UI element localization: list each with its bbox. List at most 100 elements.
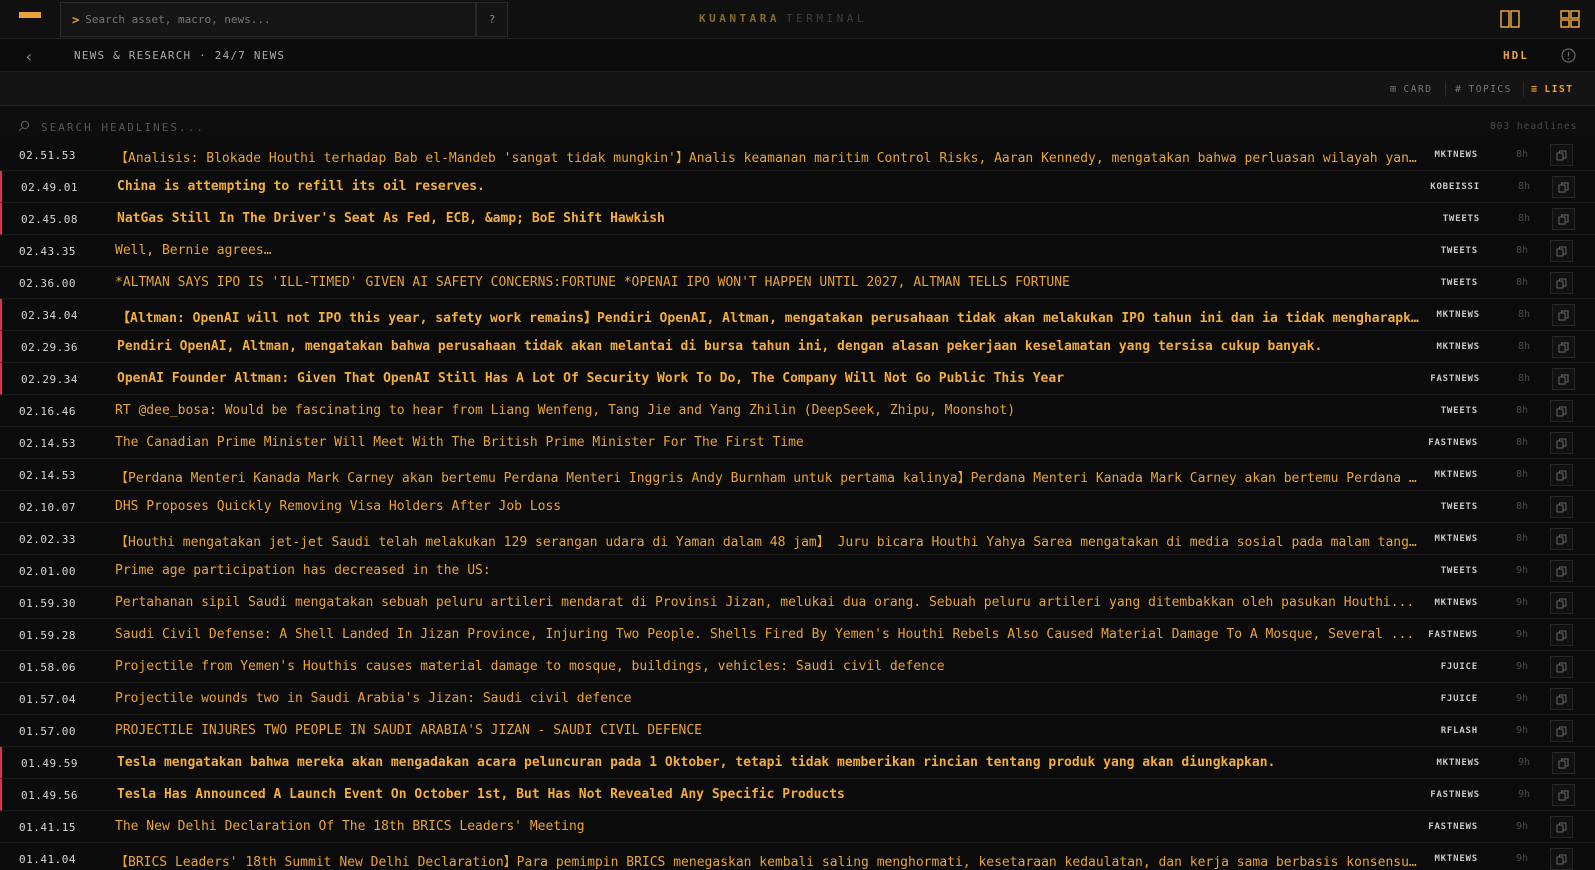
headline-time: 02.29.36 — [21, 341, 78, 354]
headline-text[interactable]: Tesla Has Announced A Launch Event On Oc… — [117, 787, 1419, 802]
headline-text[interactable]: Prime age participation has decreased in… — [115, 563, 1417, 578]
copy-button[interactable] — [1552, 208, 1575, 230]
headline-row[interactable]: 02.10.07 DHS Proposes Quickly Removing V… — [0, 491, 1595, 523]
copy-button[interactable] — [1552, 784, 1575, 806]
headline-time: 02.10.07 — [19, 501, 76, 514]
headline-age: 9h — [1516, 597, 1529, 608]
headline-source: TWEETS — [1440, 406, 1478, 416]
info-icon[interactable] — [1561, 48, 1576, 63]
copy-button[interactable] — [1550, 816, 1573, 838]
headline-row[interactable]: 02.34.04 【Altman: OpenAI will not IPO th… — [0, 299, 1595, 331]
headline-list[interactable]: 02.51.53 【Analisis: Blokade Houthi terha… — [0, 139, 1595, 870]
headline-row[interactable]: 01.49.56 Tesla Has Announced A Launch Ev… — [0, 779, 1595, 811]
headline-row[interactable]: 01.57.00 PROJECTILE INJURES TWO PEOPLE I… — [0, 715, 1595, 747]
headline-text[interactable]: 【BRICS Leaders' 18th Summit New Delhi De… — [115, 851, 1417, 870]
headline-row[interactable]: 02.36.00 *ALTMAN SAYS IPO IS 'ILL-TIMED'… — [0, 267, 1595, 299]
hamburger-icon — [19, 11, 41, 28]
headline-row[interactable]: 01.41.15 The New Delhi Declaration Of Th… — [0, 811, 1595, 843]
headline-row[interactable]: 01.59.28 Saudi Civil Defense: A Shell La… — [0, 619, 1595, 651]
headline-row[interactable]: 01.57.04 Projectile wounds two in Saudi … — [0, 683, 1595, 715]
divider — [1523, 81, 1524, 97]
headline-row[interactable]: 02.29.34 OpenAI Founder Altman: Given Th… — [0, 363, 1595, 395]
headline-row[interactable]: 02.43.35 Well, Bernie agrees… TWEETS 8h — [0, 235, 1595, 267]
copy-button[interactable] — [1552, 752, 1575, 774]
copy-button[interactable] — [1552, 176, 1575, 198]
headline-text[interactable]: 【Perdana Menteri Kanada Mark Carney akan… — [115, 467, 1417, 486]
copy-button[interactable] — [1550, 720, 1573, 742]
headline-text[interactable]: Tesla mengatakan bahwa mereka akan menga… — [117, 755, 1419, 770]
global-search[interactable]: > — [60, 2, 476, 37]
headline-text[interactable]: China is attempting to refill its oil re… — [117, 179, 1419, 194]
headline-row[interactable]: 01.59.30 Pertahanan sipil Saudi mengatak… — [0, 587, 1595, 619]
headline-text[interactable]: *ALTMAN SAYS IPO IS 'ILL-TIMED' GIVEN AI… — [115, 275, 1417, 290]
copy-button[interactable] — [1552, 304, 1575, 326]
headline-text[interactable]: The Canadian Prime Minister Will Meet Wi… — [115, 435, 1417, 450]
view-list-button[interactable]: ≡ LIST — [1531, 81, 1573, 97]
headline-row[interactable]: 02.29.36 Pendiri OpenAI, Altman, mengata… — [0, 331, 1595, 363]
headline-text[interactable]: The New Delhi Declaration Of The 18th BR… — [115, 819, 1417, 834]
headline-text[interactable]: Pendiri OpenAI, Altman, mengatakan bahwa… — [117, 339, 1419, 354]
copy-button[interactable] — [1550, 688, 1573, 710]
headline-text[interactable]: 【Altman: OpenAI will not IPO this year, … — [117, 307, 1419, 326]
headline-row[interactable]: 01.49.59 Tesla mengatakan bahwa mereka a… — [0, 747, 1595, 779]
copy-button[interactable] — [1550, 400, 1573, 422]
split-layout-icon[interactable] — [1500, 10, 1520, 28]
headline-row[interactable]: 02.02.33 【Houthi mengatakan jet-jet Saud… — [0, 523, 1595, 555]
headline-row[interactable]: 01.58.06 Projectile from Yemen's Houthis… — [0, 651, 1595, 683]
copy-button[interactable] — [1550, 240, 1573, 262]
headline-row[interactable]: 02.16.46 RT @dee_bosa: Would be fascinat… — [0, 395, 1595, 427]
headline-text[interactable]: Well, Bernie agrees… — [115, 243, 1417, 258]
view-card-button[interactable]: ⊞ CARD — [1390, 81, 1432, 97]
headline-row[interactable]: 02.51.53 【Analisis: Blokade Houthi terha… — [0, 139, 1595, 171]
copy-button[interactable] — [1550, 560, 1573, 582]
copy-button[interactable] — [1550, 848, 1573, 870]
headline-source: FASTNEWS — [1428, 630, 1478, 640]
headline-row[interactable]: 01.41.04 【BRICS Leaders' 18th Summit New… — [0, 843, 1595, 870]
mode-label[interactable]: HDL — [1503, 49, 1529, 62]
view-topics-button[interactable]: # TOPICS — [1455, 81, 1512, 97]
copy-button[interactable] — [1550, 432, 1573, 454]
copy-icon — [1556, 694, 1567, 704]
headline-text[interactable]: Projectile wounds two in Saudi Arabia's … — [115, 691, 1417, 706]
headline-source: FJUICE — [1440, 662, 1478, 672]
headline-row[interactable]: 02.14.53 【Perdana Menteri Kanada Mark Ca… — [0, 459, 1595, 491]
headline-text[interactable]: NatGas Still In The Driver's Seat As Fed… — [117, 211, 1419, 226]
headline-text[interactable]: OpenAI Founder Altman: Given That OpenAI… — [117, 371, 1419, 386]
copy-button[interactable] — [1550, 528, 1573, 550]
headline-text[interactable]: DHS Proposes Quickly Removing Visa Holde… — [115, 499, 1417, 514]
headline-time: 02.01.00 — [19, 565, 76, 578]
copy-button[interactable] — [1550, 624, 1573, 646]
help-button[interactable]: ? — [476, 2, 508, 37]
headline-age: 8h — [1516, 277, 1529, 288]
copy-button[interactable] — [1550, 464, 1573, 486]
copy-button[interactable] — [1550, 496, 1573, 518]
headline-text[interactable]: 【Houthi mengatakan jet-jet Saudi telah m… — [115, 531, 1417, 550]
divider — [1445, 81, 1446, 97]
headline-text[interactable]: Pertahanan sipil Saudi mengatakan sebuah… — [115, 595, 1417, 610]
menu-button[interactable] — [0, 0, 60, 39]
headline-text[interactable]: Projectile from Yemen's Houthis causes m… — [115, 659, 1417, 674]
copy-button[interactable] — [1552, 368, 1575, 390]
headline-age: 8h — [1518, 213, 1531, 224]
headline-text[interactable]: RT @dee_bosa: Would be fascinating to he… — [115, 403, 1417, 418]
global-search-input[interactable] — [85, 13, 456, 26]
copy-button[interactable] — [1550, 656, 1573, 678]
copy-button[interactable] — [1550, 272, 1573, 294]
copy-button[interactable] — [1552, 336, 1575, 358]
headline-row[interactable]: 02.01.00 Prime age participation has dec… — [0, 555, 1595, 587]
grid-layout-icon[interactable] — [1560, 10, 1580, 28]
card-icon: ⊞ — [1390, 83, 1398, 95]
back-button[interactable]: ‹ — [18, 45, 40, 67]
copy-button[interactable] — [1550, 144, 1573, 166]
copy-button[interactable] — [1550, 592, 1573, 614]
headline-text[interactable]: PROJECTILE INJURES TWO PEOPLE IN SAUDI A… — [115, 723, 1417, 738]
headline-age: 9h — [1516, 725, 1529, 736]
headline-text[interactable]: Saudi Civil Defense: A Shell Landed In J… — [115, 627, 1417, 642]
headline-row[interactable]: 02.14.53 The Canadian Prime Minister Wil… — [0, 427, 1595, 459]
headline-row[interactable]: 02.45.08 NatGas Still In The Driver's Se… — [0, 203, 1595, 235]
headline-text[interactable]: 【Analisis: Blokade Houthi terhadap Bab e… — [115, 147, 1417, 166]
view-card-label: CARD — [1403, 83, 1433, 95]
headline-row[interactable]: 02.49.01 China is attempting to refill i… — [0, 171, 1595, 203]
headline-search-input[interactable] — [41, 117, 941, 137]
headline-age: 8h — [1516, 405, 1529, 416]
